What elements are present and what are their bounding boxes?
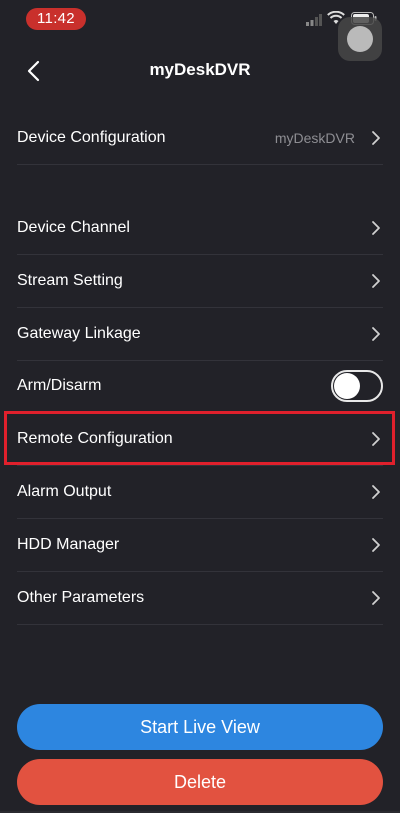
row-label: HDD Manager — [17, 536, 120, 553]
chevron-right-icon — [372, 485, 380, 499]
row-label: Stream Setting — [17, 272, 123, 289]
arm-disarm-toggle[interactable] — [331, 370, 383, 402]
row-remote-configuration[interactable]: Remote Configuration — [17, 413, 383, 466]
page-title: myDeskDVR — [149, 60, 251, 79]
row-label: Remote Configuration — [17, 430, 173, 447]
row-other-parameters[interactable]: Other Parameters — [17, 572, 383, 625]
chevron-right-icon — [372, 221, 380, 235]
row-label: Device Configuration — [17, 129, 166, 146]
row-alarm-output[interactable]: Alarm Output — [17, 466, 383, 519]
row-value: myDeskDVR — [274, 130, 355, 146]
row-label: Device Channel — [17, 219, 130, 236]
start-live-view-button[interactable]: Start Live View — [17, 704, 383, 750]
row-device-configuration[interactable]: Device Configuration myDeskDVR — [17, 112, 383, 165]
device-settings-screen: 11:42 myDeskDVR Device Configuration myD… — [0, 0, 400, 813]
chevron-right-icon — [372, 538, 380, 552]
chevron-right-icon — [372, 432, 380, 446]
delete-button[interactable]: Delete — [17, 759, 383, 805]
nav-bar: myDeskDVR — [0, 46, 400, 96]
row-stream-setting[interactable]: Stream Setting — [17, 255, 383, 308]
chevron-right-icon — [372, 131, 380, 145]
chevron-right-icon — [372, 591, 380, 605]
signal-icon — [306, 14, 322, 26]
status-bar: 11:42 — [0, 0, 400, 61]
row-hdd-manager[interactable]: HDD Manager — [17, 519, 383, 572]
chevron-right-icon — [372, 327, 380, 341]
row-label: Other Parameters — [17, 589, 145, 606]
toggle-knob — [334, 373, 360, 399]
row-label: Arm/Disarm — [17, 377, 102, 394]
chevron-right-icon — [372, 274, 380, 288]
row-gateway-linkage[interactable]: Gateway Linkage — [17, 308, 383, 361]
row-device-channel[interactable]: Device Channel — [17, 202, 383, 255]
row-label: Alarm Output — [17, 483, 112, 500]
row-arm-disarm: Arm/Disarm — [17, 360, 383, 413]
row-label: Gateway Linkage — [17, 325, 141, 342]
status-time: 11:42 — [26, 8, 86, 30]
